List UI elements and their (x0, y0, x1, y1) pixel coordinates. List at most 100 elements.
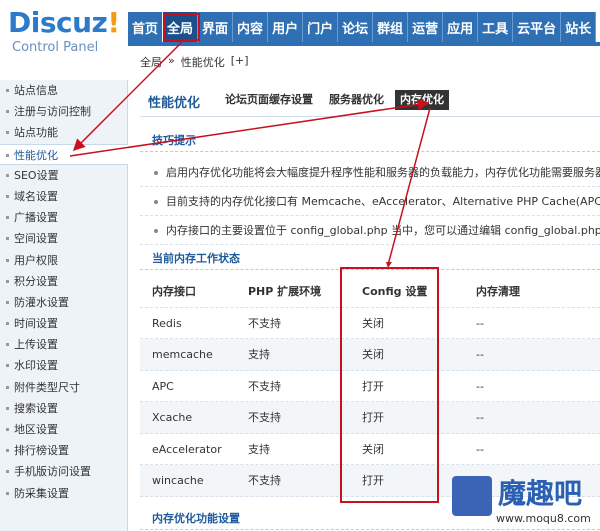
bullet-icon (6, 258, 9, 262)
subtab[interactable]: 论坛页面缓存设置 (220, 90, 318, 110)
sidebar-item-label: 站点功能 (14, 126, 58, 140)
breadcrumb-separator: » (168, 54, 175, 67)
table-header-row: 内存接口 PHP 扩展环境 Config 设置 内存清理 (140, 276, 600, 308)
top-navigation-strip (128, 42, 600, 46)
nav-item[interactable]: 运营 (408, 12, 444, 42)
sidebar-item-label: 搜索设置 (14, 401, 58, 415)
tips-heading: 技巧提示 (140, 130, 600, 152)
sidebar-item[interactable]: 水印设置 (0, 355, 127, 376)
sidebar-item[interactable]: 附件类型尺寸 (0, 377, 127, 398)
bullet-icon (6, 216, 9, 220)
table-cell: -- (476, 379, 484, 393)
table-cell: memcache (152, 348, 213, 361)
nav-item[interactable]: 门户 (303, 12, 339, 42)
sidebar-item-label: 注册与访问控制 (14, 105, 91, 119)
table-cell: -- (476, 348, 484, 361)
sidebar-item[interactable]: 域名设置 (0, 186, 127, 207)
sidebar-item-label: 域名设置 (14, 189, 58, 203)
bullet-icon (6, 322, 9, 326)
table-cell: APC (152, 379, 174, 393)
status-heading: 当前内存工作状态 (140, 248, 600, 270)
nav-item[interactable]: 应用 (443, 12, 479, 42)
table-cell: 关闭 (362, 442, 384, 456)
nav-item[interactable]: 内容 (233, 12, 269, 42)
sidebar-item[interactable]: 上传设置 (0, 334, 127, 355)
bullet-icon (154, 171, 158, 175)
sidebar-item[interactable]: 积分设置 (0, 271, 127, 292)
logo-main-text: Discuz (8, 6, 108, 39)
table-header-cell: 内存清理 (476, 285, 520, 298)
table-cell: 打开 (362, 379, 384, 393)
bullet-icon (6, 428, 9, 431)
table-header-cell: Config 设置 (362, 285, 428, 298)
tip-item: 内存接口的主要设置位于 config_global.php 当中，您可以通过编辑… (140, 216, 600, 245)
sidebar-item-label: 用户权限 (14, 253, 58, 267)
sidebar-item-label: 防灌水设置 (14, 295, 69, 309)
bullet-icon (154, 229, 158, 233)
sidebar-item-label: 手机版访问设置 (14, 465, 91, 479)
tip-text: 启用内存优化功能将会大幅度提升程序性能和服务器的负载能力，内存优化功能需要服务器… (166, 166, 600, 179)
bullet-icon (6, 364, 9, 368)
bullet-icon (6, 110, 9, 114)
bullet-icon (6, 300, 9, 304)
sidebar-item-label: 广播设置 (14, 211, 58, 225)
sidebar-item[interactable]: 地区设置 (0, 419, 127, 440)
sidebar-item[interactable]: 防采集设置 (0, 483, 127, 504)
watermark-logo-icon (452, 476, 492, 516)
nav-item[interactable]: 群组 (373, 12, 409, 42)
sidebar-item[interactable]: 手机版访问设置 (0, 461, 127, 482)
bullet-icon (6, 173, 9, 177)
sidebar-item[interactable]: 空间设置 (0, 228, 127, 249)
table-cell: Redis (152, 316, 182, 330)
breadcrumb-root[interactable]: 全局 (140, 54, 162, 70)
sidebar-item[interactable]: 站点功能 (0, 122, 127, 143)
nav-item[interactable]: 工具 (478, 12, 514, 42)
sidebar-item[interactable]: SEO设置 (0, 165, 127, 186)
table-cell: eAccelerator (152, 442, 222, 456)
sidebar-item[interactable]: 防灌水设置 (0, 292, 127, 313)
table-cell: Xcache (152, 411, 193, 424)
table-cell: 打开 (362, 411, 384, 424)
table-cell: wincache (152, 474, 204, 487)
subtab[interactable]: 内存优化 (395, 90, 449, 110)
sidebar-item-label: 性能优化 (14, 148, 58, 162)
sidebar-item-label: 空间设置 (14, 232, 58, 246)
tips-list: 启用内存优化功能将会大幅度提升程序性能和服务器的负载能力，内存优化功能需要服务器… (140, 158, 600, 245)
table-cell: -- (476, 411, 484, 424)
sidebar-item[interactable]: 站点信息 (0, 80, 127, 101)
sidebar-item-label: SEO设置 (14, 168, 59, 182)
sidebar-item[interactable]: 搜索设置 (0, 398, 127, 419)
subtab[interactable]: 服务器优化 (324, 90, 389, 110)
nav-item[interactable]: 站长 (561, 12, 597, 42)
nav-item[interactable]: 首页 (128, 12, 164, 42)
logo-subtitle: Control Panel (12, 40, 99, 55)
nav-item[interactable]: 云平台 (513, 12, 562, 42)
site-watermark: 魔趣吧 www.moqu8.com (452, 472, 600, 531)
table-cell: 关闭 (362, 348, 384, 361)
sidebar-item[interactable]: 用户权限 (0, 250, 127, 271)
nav-item[interactable]: 论坛 (338, 12, 374, 42)
subtabs: 论坛页面缓存设置 服务器优化 内存优化 (220, 90, 449, 110)
bullet-icon (6, 470, 9, 474)
breadcrumb-current: 性能优化 (180, 56, 225, 69)
nav-item[interactable]: 界面 (198, 12, 234, 42)
sidebar-item[interactable]: 性能优化 (0, 143, 128, 165)
table-row: memcache 支持 关闭 -- (140, 339, 600, 371)
table-row: Xcache 不支持 打开 -- (140, 402, 600, 434)
table-cell: 不支持 (248, 474, 281, 487)
discuz-logo[interactable]: Discuz! Control Panel (0, 0, 128, 60)
sidebar-item[interactable]: 注册与访问控制 (0, 101, 127, 122)
nav-item[interactable]: 用户 (268, 12, 304, 42)
bullet-icon (6, 279, 9, 283)
sidebar-item-label: 上传设置 (14, 338, 58, 352)
table-cell: 支持 (248, 442, 270, 456)
bullet-icon (6, 237, 9, 241)
table-cell: -- (476, 442, 484, 456)
sidebar-item[interactable]: 排行榜设置 (0, 440, 127, 461)
sidebar: 站点信息注册与访问控制 站点功能性能优化 SEO设置域名设置广播设置空间设置用户权限… (0, 80, 128, 531)
breadcrumb: 全局 » 性能优化 [+] (140, 54, 249, 70)
add-to-favorites-button[interactable]: [+] (231, 54, 249, 70)
nav-item[interactable]: 全局 (162, 11, 200, 43)
sidebar-item[interactable]: 时间设置 (0, 313, 127, 334)
sidebar-item[interactable]: 广播设置 (0, 207, 127, 228)
